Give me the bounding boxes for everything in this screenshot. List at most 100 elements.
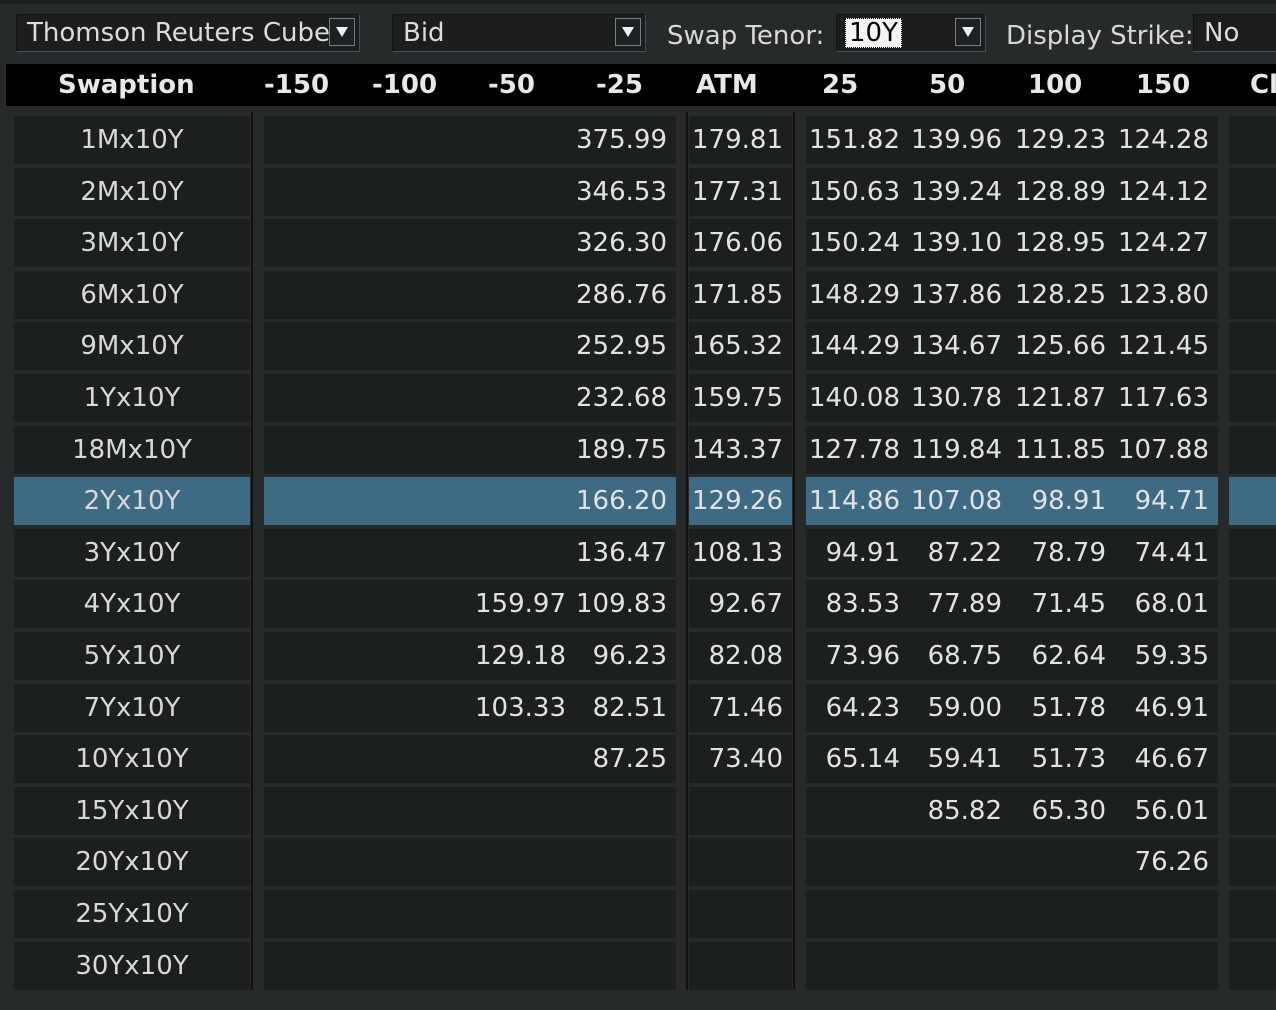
vol-cell[interactable]: 129.18 xyxy=(461,632,566,680)
vol-cell[interactable]: 59.35 xyxy=(1104,632,1209,680)
table-row[interactable]: 5Yx10Y 129.18 96.23 82.08 73.96 68.75 62.64 59.… xyxy=(0,632,1276,682)
vol-cell[interactable]: 65.30 xyxy=(1001,787,1106,835)
cell-block[interactable] xyxy=(1229,632,1276,680)
vol-cell[interactable]: 73.96 xyxy=(795,632,900,680)
cell-block[interactable] xyxy=(1229,374,1276,422)
table-row[interactable]: 9Mx10Y 252.95 165.32 144.29 134.67 125.66 121.… xyxy=(0,322,1276,372)
row-label[interactable]: 2Mx10Y xyxy=(14,167,250,216)
column-header-minus-100[interactable]: -100 xyxy=(372,64,437,106)
cell-block[interactable] xyxy=(1229,838,1276,887)
cell-block[interactable] xyxy=(1229,580,1276,629)
table-row[interactable]: 3Mx10Y 326.30 176.06 150.24 139.10 128.95 124.… xyxy=(0,219,1276,269)
vol-cell[interactable]: 134.67 xyxy=(897,322,1002,370)
table-row[interactable]: 1Mx10Y 375.99 179.81 151.82 139.96 129.23 124.… xyxy=(0,116,1276,166)
vol-cell[interactable]: 96.23 xyxy=(562,632,667,680)
vol-cell[interactable]: 232.68 xyxy=(562,374,667,422)
table-row[interactable]: 25Yx10Y xyxy=(0,890,1276,940)
swap-tenor-value[interactable]: 10Y xyxy=(845,18,902,48)
table-row[interactable]: 18Mx10Y 189.75 143.37 127.78 119.84 111.85 107… xyxy=(0,425,1276,476)
vol-cell[interactable]: 124.27 xyxy=(1104,219,1209,267)
cell-block[interactable] xyxy=(689,838,792,887)
vol-cell[interactable]: 83.53 xyxy=(795,580,900,628)
vol-cell[interactable]: 68.75 xyxy=(897,632,1002,680)
cell-block[interactable] xyxy=(1229,735,1276,784)
vol-cell[interactable]: 65.14 xyxy=(795,735,900,783)
cell-block[interactable] xyxy=(1229,941,1276,990)
vol-cell[interactable]: 171.85 xyxy=(678,271,783,319)
row-label[interactable]: 2Yx10Y xyxy=(14,477,250,526)
vol-cell[interactable]: 111.85 xyxy=(1001,426,1106,474)
cell-block[interactable] xyxy=(689,786,792,835)
row-label[interactable]: 6Mx10Y xyxy=(14,270,250,319)
table-row[interactable]: 6Mx10Y 286.76 171.85 148.29 137.86 128.25 123.… xyxy=(0,270,1276,321)
vol-cell[interactable]: 124.28 xyxy=(1104,116,1209,164)
vol-cell[interactable]: 121.45 xyxy=(1104,322,1209,370)
table-row[interactable]: 2Mx10Y 346.53 177.31 150.63 139.24 128.89 124.… xyxy=(0,167,1276,218)
cell-block[interactable] xyxy=(1229,683,1276,732)
vol-cell[interactable]: 139.96 xyxy=(897,116,1002,164)
cell-block[interactable] xyxy=(1229,786,1276,835)
row-label[interactable]: 25Yx10Y xyxy=(14,890,250,938)
column-header-atm[interactable]: ATM xyxy=(696,64,758,106)
side-dropdown[interactable]: Bid xyxy=(392,14,646,52)
column-header-plus-25[interactable]: 25 xyxy=(822,64,858,106)
display-strike-dropdown[interactable]: No xyxy=(1193,14,1276,52)
vol-cell[interactable]: 125.66 xyxy=(1001,322,1106,370)
vol-cell[interactable]: 139.10 xyxy=(897,219,1002,267)
vol-cell[interactable]: 62.64 xyxy=(1001,632,1106,680)
vol-cell[interactable]: 107.88 xyxy=(1104,426,1209,474)
vol-cell[interactable]: 159.97 xyxy=(461,580,566,628)
column-header-minus-50[interactable]: -50 xyxy=(488,64,535,106)
vol-cell[interactable]: 286.76 xyxy=(562,271,667,319)
vol-cell[interactable]: 140.08 xyxy=(795,374,900,422)
chevron-down-icon[interactable] xyxy=(329,18,355,46)
vol-cell[interactable]: 123.80 xyxy=(1104,271,1209,319)
cell-block[interactable] xyxy=(1229,528,1276,577)
vol-cell[interactable]: 51.73 xyxy=(1001,735,1106,783)
cell-block[interactable] xyxy=(264,786,676,835)
vol-cell[interactable]: 103.33 xyxy=(461,684,566,732)
table-row[interactable]: 4Yx10Y 159.97 109.83 92.67 83.53 77.89 71.45 68… xyxy=(0,580,1276,630)
cell-block[interactable] xyxy=(1229,116,1276,164)
column-header-swaption[interactable]: Swaption xyxy=(58,64,195,106)
vol-cell[interactable]: 114.86 xyxy=(795,477,900,525)
vol-cell[interactable]: 64.23 xyxy=(795,684,900,732)
vol-cell[interactable]: 121.87 xyxy=(1001,374,1106,422)
cell-block[interactable] xyxy=(264,838,676,887)
vol-cell[interactable]: 136.47 xyxy=(562,529,667,577)
vol-cell[interactable]: 144.29 xyxy=(795,322,900,370)
vol-cell[interactable]: 87.22 xyxy=(897,529,1002,577)
vol-cell[interactable]: 94.71 xyxy=(1104,477,1209,525)
vol-cell[interactable]: 56.01 xyxy=(1104,787,1209,835)
vol-cell[interactable]: 137.86 xyxy=(897,271,1002,319)
vol-cell[interactable]: 148.29 xyxy=(795,271,900,319)
column-header-plus-100[interactable]: 100 xyxy=(1028,64,1082,106)
vol-cell[interactable]: 71.45 xyxy=(1001,580,1106,628)
cell-block[interactable] xyxy=(689,941,792,990)
cell-block[interactable] xyxy=(264,890,676,938)
vol-cell[interactable]: 73.40 xyxy=(678,735,783,783)
cell-block[interactable] xyxy=(689,890,792,938)
vol-cell[interactable]: 71.46 xyxy=(678,684,783,732)
vol-cell[interactable]: 59.41 xyxy=(897,735,1002,783)
vol-cell[interactable]: 165.32 xyxy=(678,322,783,370)
table-row[interactable]: 1Yx10Y 232.68 159.75 140.08 130.78 121.87 117.… xyxy=(0,374,1276,424)
vol-cell[interactable]: 346.53 xyxy=(562,168,667,216)
vol-cell[interactable]: 59.00 xyxy=(897,684,1002,732)
row-label[interactable]: 20Yx10Y xyxy=(14,838,250,887)
cell-block[interactable] xyxy=(264,941,676,990)
row-label[interactable]: 1Yx10Y xyxy=(14,374,250,422)
vol-cell[interactable]: 189.75 xyxy=(562,426,667,474)
vol-cell[interactable]: 68.01 xyxy=(1104,580,1209,628)
cell-block[interactable] xyxy=(1229,270,1276,319)
row-label[interactable]: 7Yx10Y xyxy=(14,683,250,732)
row-label[interactable]: 1Mx10Y xyxy=(14,116,250,164)
column-header-plus-50[interactable]: 50 xyxy=(929,64,965,106)
vol-cell[interactable]: 326.30 xyxy=(562,219,667,267)
cell-block[interactable] xyxy=(1229,425,1276,474)
vol-cell[interactable]: 128.25 xyxy=(1001,271,1106,319)
vol-cell[interactable]: 166.20 xyxy=(562,477,667,525)
vol-cell[interactable]: 78.79 xyxy=(1001,529,1106,577)
table-row[interactable]: 2Yx10Y 166.20 129.26 114.86 107.08 98.91 94.71 xyxy=(0,477,1276,527)
vol-cell[interactable]: 139.24 xyxy=(897,168,1002,216)
